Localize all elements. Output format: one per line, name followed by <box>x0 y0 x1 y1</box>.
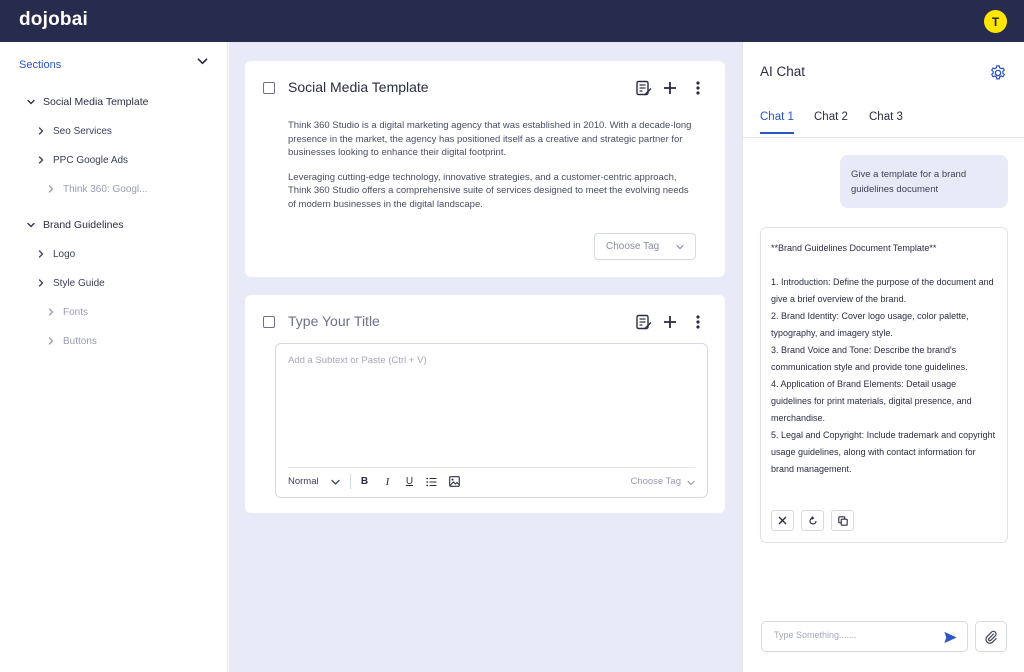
chevron-down-icon <box>676 244 684 250</box>
sidebar-item-ppc-google-ads[interactable]: PPC Google Ads <box>37 153 128 167</box>
sidebar-item-label: Buttons <box>63 335 97 347</box>
bullet-list-icon[interactable] <box>425 475 438 488</box>
workspace: Social Media Template Think 360 Studio i… <box>229 42 742 672</box>
ai-response-item: 3. Brand Voice and Tone: Describe the br… <box>771 345 968 372</box>
body-paragraph: Leveraging cutting-edge technology, inno… <box>288 171 689 210</box>
gear-icon[interactable] <box>989 64 1007 82</box>
sidebar-item-label: Brand Guidelines <box>43 219 124 231</box>
chevron-down-icon[interactable] <box>27 98 35 106</box>
sidebar-item-buttons[interactable]: Buttons <box>47 334 97 348</box>
sections-header[interactable]: Sections <box>19 55 211 71</box>
ai-response-bubble: **Brand Guidelines Document Template** 1… <box>760 227 1008 543</box>
new-section-card: Type Your Title Add a Subtext or Paste (… <box>245 295 725 513</box>
body-paragraph: Think 360 Studio is a digital marketing … <box>288 120 692 158</box>
chevron-right-icon[interactable] <box>37 127 45 135</box>
sidebar-item-social-media-template[interactable]: Social Media Template <box>27 95 148 109</box>
ai-response-item: 4. Application of Brand Elements: Detail… <box>771 379 972 423</box>
add-icon[interactable] <box>661 79 679 97</box>
chevron-right-icon[interactable] <box>47 185 55 193</box>
add-icon[interactable] <box>661 313 679 331</box>
ai-response-actions <box>771 510 854 531</box>
paperclip-icon <box>985 630 997 644</box>
chat-input-field[interactable] <box>774 630 934 640</box>
sidebar-item-style-guide[interactable]: Style Guide <box>37 276 105 290</box>
chat-panel-title: AI Chat <box>760 64 806 79</box>
ai-response-heading: **Brand Guidelines Document Template** <box>771 243 937 253</box>
editor-toolbar: Normal B I U Choose Tag <box>288 467 695 493</box>
sidebar-item-fonts[interactable]: Fonts <box>47 305 88 319</box>
notes-edit-icon[interactable] <box>634 313 652 331</box>
format-label: Normal <box>288 476 319 487</box>
chat-message-input[interactable] <box>761 621 968 652</box>
format-select[interactable]: Normal <box>288 476 340 487</box>
section-title[interactable]: Social Media Template <box>288 79 429 95</box>
section-body-text: Think 360 Studio is a digital marketing … <box>288 119 698 211</box>
chat-tabs: Chat 1 Chat 2 Chat 3 <box>743 106 1024 138</box>
sidebar-item-label: Social Media Template <box>43 96 149 108</box>
user-avatar[interactable]: T <box>984 10 1007 33</box>
subtext-editor[interactable]: Add a Subtext or Paste (Ctrl + V) Normal… <box>275 343 708 498</box>
sidebar-item-label: PPC Google Ads <box>53 154 129 166</box>
tab-chat-2[interactable]: Chat 2 <box>814 111 848 132</box>
section-card: Social Media Template Think 360 Studio i… <box>245 61 725 277</box>
italic-icon[interactable]: I <box>381 475 394 488</box>
sidebar-item-seo-services[interactable]: Seo Services <box>37 124 112 138</box>
sidebar-item-brand-guidelines[interactable]: Brand Guidelines <box>27 218 124 232</box>
ai-response-item: 1. Introduction: Define the purpose of t… <box>771 277 994 304</box>
sidebar-item-label: Seo Services <box>53 125 112 137</box>
send-icon[interactable] <box>943 630 958 645</box>
choose-tag-select[interactable]: Choose Tag <box>594 233 696 260</box>
sidebar-item-label: Think 360: Googl... <box>63 183 148 195</box>
underline-icon[interactable]: U <box>403 475 416 488</box>
close-icon[interactable] <box>771 510 794 531</box>
chevron-right-icon[interactable] <box>47 308 55 316</box>
ai-chat-panel: AI Chat Chat 1 Chat 2 Chat 3 Give a temp… <box>742 42 1024 672</box>
more-vertical-icon[interactable] <box>689 79 707 97</box>
bold-icon[interactable]: B <box>358 475 371 488</box>
top-bar: dojobai T <box>0 0 1024 42</box>
chevron-down-icon[interactable] <box>27 221 35 229</box>
regenerate-icon[interactable] <box>801 510 824 531</box>
sections-heading: Sections <box>19 59 62 71</box>
title-input[interactable]: Type Your Title <box>288 313 380 329</box>
ai-response-item: 5. Legal and Copyright: Include trademar… <box>771 430 996 474</box>
section-checkbox[interactable] <box>263 316 275 328</box>
sections-sidebar: Sections Social Media Template Seo Servi… <box>0 42 228 672</box>
ai-response-item: 2. Brand Identity: Cover logo usage, col… <box>771 311 969 338</box>
chevron-down-icon[interactable] <box>197 56 208 67</box>
sidebar-item-label: Style Guide <box>53 277 105 289</box>
chevron-down-icon <box>687 480 695 486</box>
more-vertical-icon[interactable] <box>689 313 707 331</box>
chevron-right-icon[interactable] <box>37 156 45 164</box>
sidebar-item-think-360-google[interactable]: Think 360: Googl... <box>47 182 148 196</box>
choose-tag-label: Choose Tag <box>630 476 681 487</box>
section-checkbox[interactable] <box>263 82 275 94</box>
sidebar-item-logo[interactable]: Logo <box>37 247 75 261</box>
chevron-right-icon[interactable] <box>37 279 45 287</box>
sidebar-item-label: Logo <box>53 248 76 260</box>
chevron-down-icon <box>331 479 340 485</box>
choose-tag-label: Choose Tag <box>606 241 660 252</box>
choose-tag-select[interactable]: Choose Tag <box>630 476 695 487</box>
user-message-bubble: Give a template for a brand guidelines d… <box>840 155 1008 208</box>
chevron-right-icon[interactable] <box>47 337 55 345</box>
toolbar-divider <box>350 474 351 489</box>
notes-edit-icon[interactable] <box>634 79 652 97</box>
ai-response-list: 1. Introduction: Define the purpose of t… <box>771 274 997 478</box>
editor-placeholder: Add a Subtext or Paste (Ctrl + V) <box>288 355 427 366</box>
attach-button[interactable] <box>975 621 1007 652</box>
app-logo[interactable]: dojobai <box>19 9 88 31</box>
image-icon[interactable] <box>448 475 461 488</box>
tab-chat-1[interactable]: Chat 1 <box>760 111 794 134</box>
tab-chat-3[interactable]: Chat 3 <box>869 111 903 132</box>
copy-icon[interactable] <box>831 510 854 531</box>
chevron-right-icon[interactable] <box>37 250 45 258</box>
sidebar-item-label: Fonts <box>63 306 89 318</box>
